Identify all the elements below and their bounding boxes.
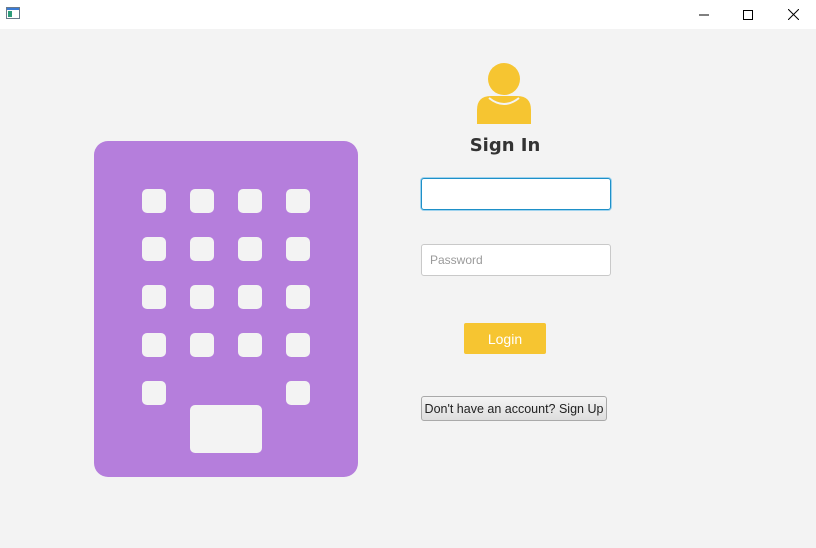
building-icon	[94, 141, 358, 477]
minimize-icon	[699, 14, 709, 15]
signup-button[interactable]: Don't have an account? Sign Up	[421, 396, 607, 421]
minimize-button[interactable]	[681, 0, 727, 29]
window-titlebar	[0, 0, 816, 29]
page-title: Sign In	[469, 135, 541, 156]
maximize-button[interactable]	[725, 0, 771, 29]
username-input[interactable]	[421, 178, 611, 210]
app-window-icon	[6, 7, 20, 19]
maximize-icon	[743, 9, 753, 20]
login-button[interactable]: Login	[464, 323, 546, 354]
close-icon	[787, 9, 799, 20]
user-icon	[477, 63, 531, 124]
password-input[interactable]	[421, 244, 611, 276]
close-button[interactable]	[770, 0, 816, 29]
